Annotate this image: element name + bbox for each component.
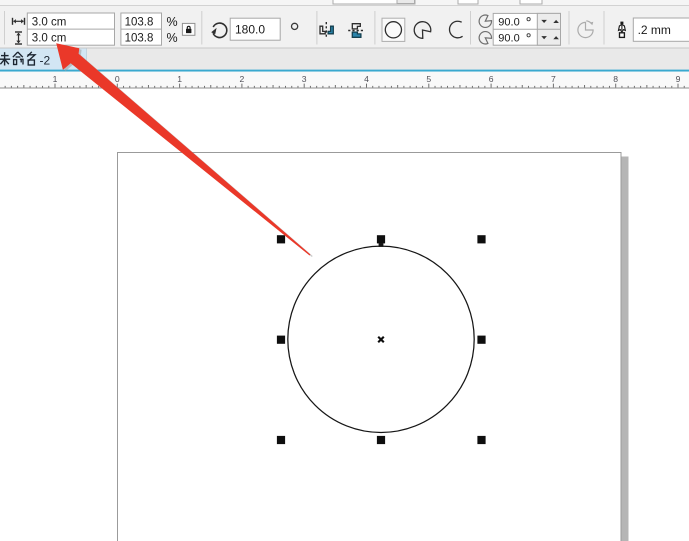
svg-text:180.0: 180.0 <box>235 22 265 36</box>
svg-text:3.0 cm: 3.0 cm <box>32 17 67 29</box>
svg-text:8: 8 <box>613 74 618 84</box>
svg-text:-2: -2 <box>40 54 51 68</box>
svg-text:1: 1 <box>177 74 182 84</box>
svg-text:103.8: 103.8 <box>125 33 154 45</box>
svg-text:1: 1 <box>53 74 58 84</box>
svg-text:5: 5 <box>426 74 431 84</box>
svg-text:9: 9 <box>676 74 681 84</box>
svg-text:%: % <box>167 15 178 29</box>
svg-text:103.8: 103.8 <box>125 17 154 29</box>
svg-text:3: 3 <box>302 74 307 84</box>
svg-text:90.0: 90.0 <box>498 33 519 45</box>
svg-text:%: % <box>167 31 178 45</box>
svg-text:.2 mm: .2 mm <box>638 23 671 37</box>
svg-text:6: 6 <box>489 74 494 84</box>
svg-text:90.0: 90.0 <box>498 17 519 29</box>
svg-text:0: 0 <box>115 74 120 84</box>
svg-text:2: 2 <box>240 74 245 84</box>
svg-text:7: 7 <box>551 74 556 84</box>
svg-text:4: 4 <box>364 74 369 84</box>
svg-text:3.0 cm: 3.0 cm <box>32 33 67 45</box>
